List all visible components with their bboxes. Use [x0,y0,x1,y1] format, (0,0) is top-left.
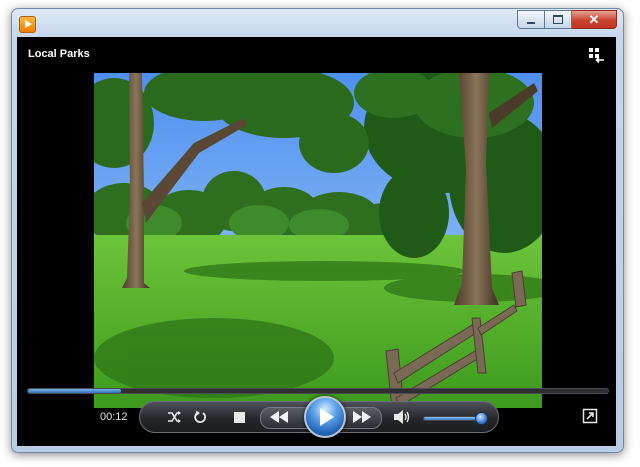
volume-slider[interactable] [423,412,488,425]
elapsed-time: 00:12 [100,411,128,423]
repeat-icon[interactable] [192,409,208,425]
switch-to-library-icon[interactable] [588,47,605,64]
next-icon[interactable] [352,411,372,423]
playback-controls [139,396,499,438]
seek-bar[interactable] [27,388,609,394]
volume-thumb[interactable] [475,412,488,425]
close-button[interactable]: ✕ [572,10,617,29]
minimize-icon [527,21,535,24]
media-player-window: ✕ Local Parks 00:12 [11,8,624,453]
media-player-app-icon[interactable] [19,16,36,33]
previous-icon[interactable] [269,411,289,423]
video-frame[interactable] [94,73,542,408]
mute-icon[interactable] [393,409,411,425]
media-title: Local Parks [28,48,90,60]
maximize-icon [553,15,563,24]
fullscreen-icon[interactable] [582,408,598,429]
now-playing-area: Local Parks 00:12 [17,37,616,446]
minimize-button[interactable] [517,10,545,29]
shuffle-icon[interactable] [166,409,182,425]
seek-progress [28,389,121,393]
close-icon: ✕ [588,11,600,27]
volume-level [424,417,481,420]
stop-icon[interactable] [234,412,245,423]
play-icon[interactable] [304,396,346,438]
maximize-button[interactable] [545,10,572,29]
window-caption-buttons: ✕ [517,10,617,29]
